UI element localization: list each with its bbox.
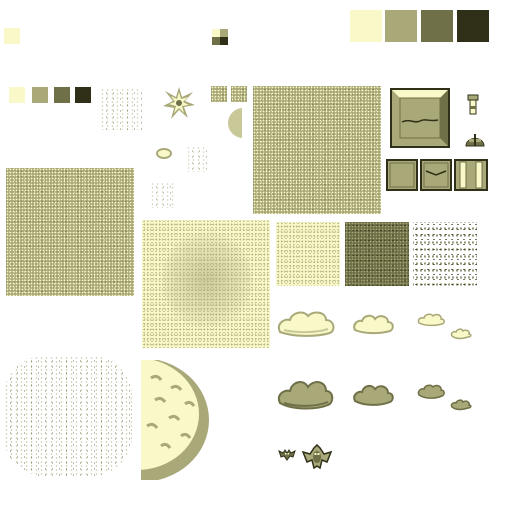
noise-tile-large-left: [6, 168, 134, 296]
palette-swatch-darkest-large: [457, 10, 489, 42]
particle-scatter-2: [150, 182, 176, 208]
speckle-tile: [413, 222, 477, 286]
helmet-icon: [464, 130, 486, 150]
palette-swatch-dark-small: [54, 87, 70, 103]
tiny-palette-grid: [212, 29, 228, 45]
palette-swatch-lightest-large: [350, 10, 382, 42]
winged-creature-icon: [301, 443, 333, 472]
particle-scatter-1: [186, 146, 208, 172]
pipe-icon: [466, 94, 480, 116]
cratered-planet: [141, 360, 209, 480]
panel-tile-3: [454, 159, 488, 191]
crate-tile: [390, 88, 450, 148]
cloud-dark-large: [276, 377, 334, 411]
cloud-light-large: [276, 306, 336, 338]
cloud-dark-medium: [352, 381, 394, 407]
panel-tile-1: [386, 159, 418, 191]
planet-fragment: [226, 108, 242, 138]
dark-noise-tile: [345, 222, 409, 286]
cloud-dark-tiny: [450, 396, 472, 411]
bat-icon: [278, 447, 296, 461]
noise-tile-large-top: [253, 86, 381, 214]
cloud-dark-small: [417, 382, 445, 400]
noise-tile-small-1: [211, 86, 227, 102]
panel-tile-2: [420, 159, 452, 191]
noise-tile-small-2: [231, 86, 247, 102]
palette-swatch-light-large: [385, 10, 417, 42]
particle-sparkles: [100, 88, 142, 130]
speckle-cloud-bottom-left: [4, 356, 132, 476]
burst-icon: [162, 86, 196, 120]
small-rock: [156, 148, 172, 159]
cream-noise-tile: [276, 222, 340, 286]
palette-swatch-darkest-small: [75, 87, 91, 103]
palette-swatch-dark-large: [421, 10, 453, 42]
palette-swatch-lightest-small: [9, 87, 25, 103]
cloud-light-small: [417, 311, 445, 327]
tiny-swatch-top-left: [4, 28, 20, 44]
cloud-light-tiny: [450, 325, 472, 340]
palette-swatch-light-small: [32, 87, 48, 103]
cloud-light-medium: [352, 311, 394, 335]
dust-cloud-tile: [142, 220, 270, 348]
